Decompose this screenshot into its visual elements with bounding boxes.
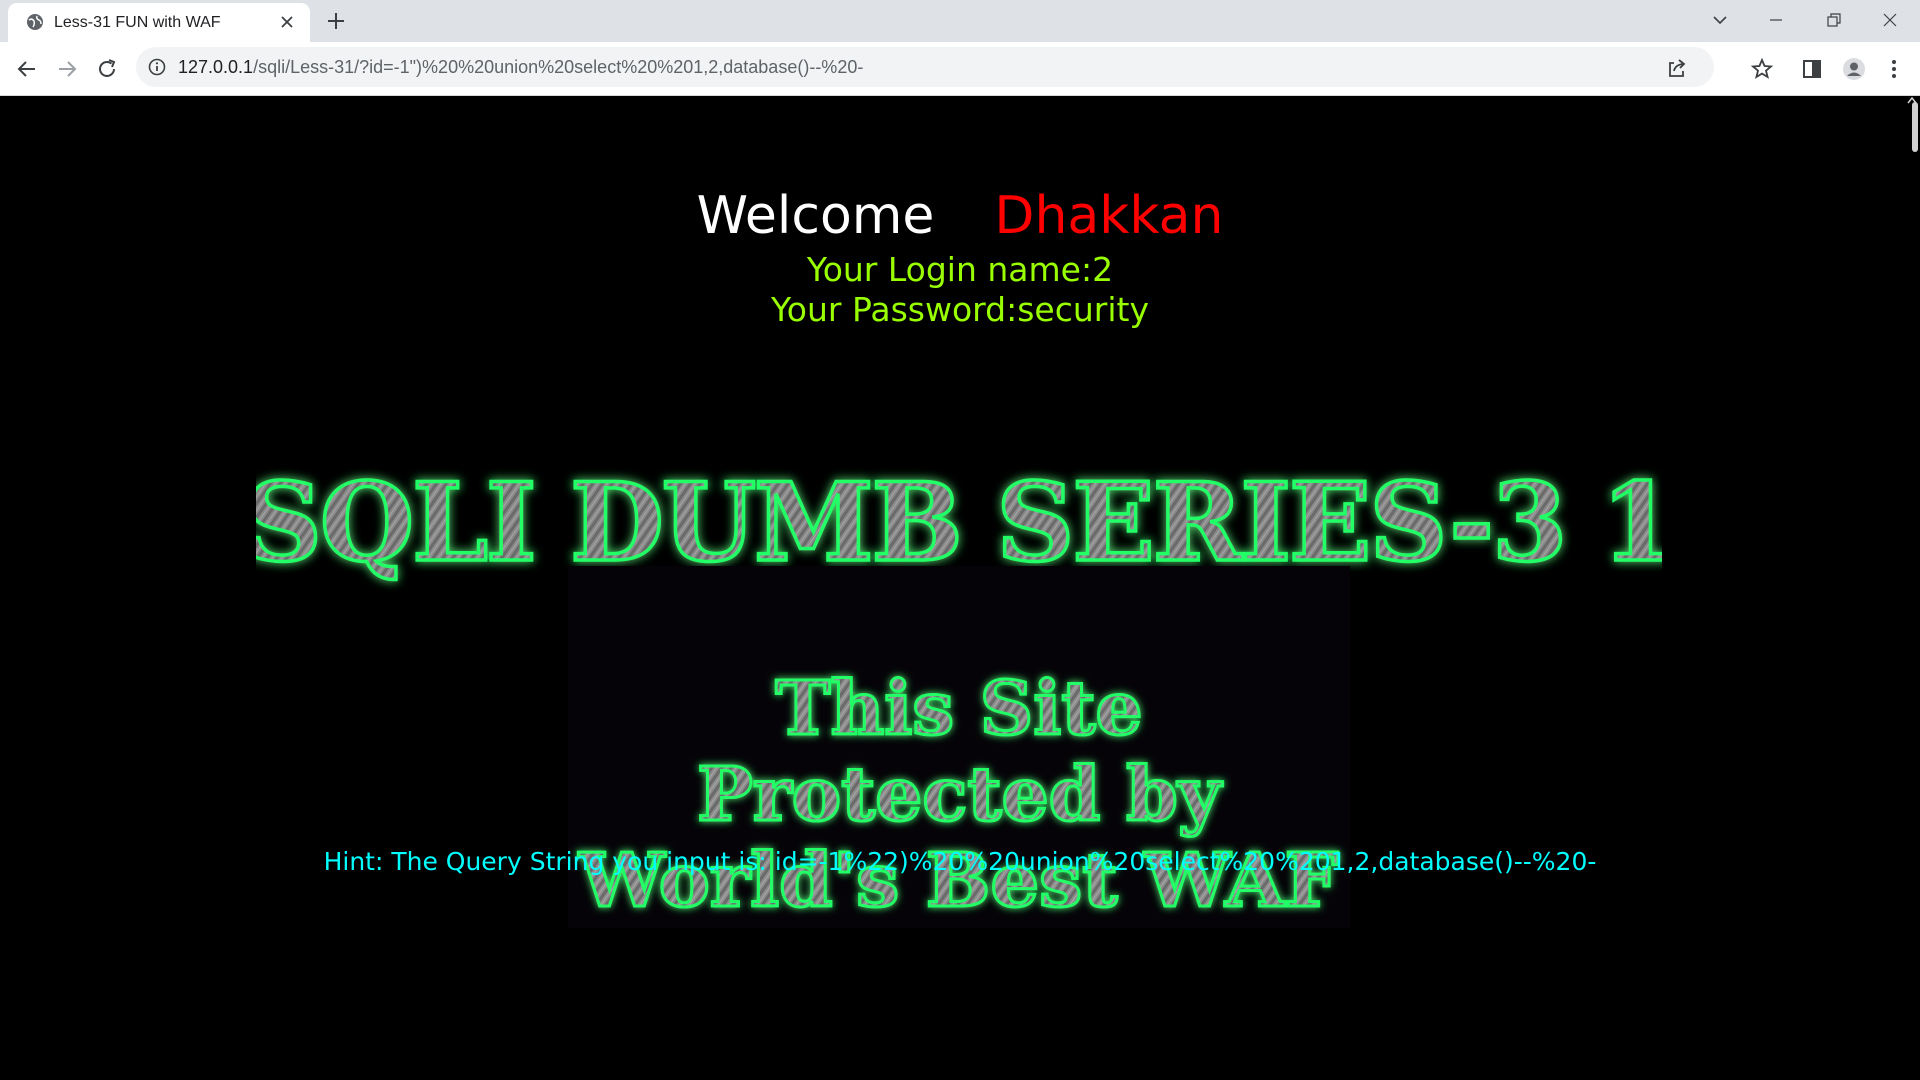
- info-icon[interactable]: [148, 58, 166, 76]
- close-tab-icon[interactable]: [280, 15, 294, 29]
- login-name-text: Your Login name:2: [806, 250, 1114, 289]
- hint-query: id=-1%22)%20%20union%20select%20%201,2,d…: [774, 847, 1597, 876]
- minimize-icon: [1770, 19, 1782, 21]
- chevron-down-icon: [1713, 16, 1727, 25]
- tab-search-button[interactable]: [1692, 0, 1748, 40]
- url-host: 127.0.0.1: [178, 57, 254, 77]
- url-path: /sqli/Less-31/?id=-1")%20%20union%20sele…: [253, 57, 864, 77]
- minimize-button[interactable]: [1748, 0, 1804, 40]
- back-arrow-icon[interactable]: [15, 57, 39, 81]
- welcome-heading: Welcome Dhakkan: [0, 186, 1920, 246]
- page-viewport: Welcome Dhakkan Your Login name:2 Your Pa…: [0, 96, 1920, 1080]
- browser-toolbar: 127.0.0.1/sqli/Less-31/?id=-1")%20%20uni…: [0, 42, 1920, 96]
- url-text[interactable]: 127.0.0.1/sqli/Less-31/?id=-1")%20%20uni…: [178, 57, 863, 78]
- welcome-name: Dhakkan: [994, 186, 1224, 246]
- side-panel-icon[interactable]: [1800, 57, 1824, 81]
- tab-title: Less-31 FUN with WAF: [54, 14, 221, 31]
- browser-tab[interactable]: Less-31 FUN with WAF: [8, 3, 310, 42]
- reload-icon[interactable]: [95, 57, 119, 81]
- address-bar[interactable]: 127.0.0.1/sqli/Less-31/?id=-1")%20%20uni…: [136, 47, 1714, 87]
- close-window-button[interactable]: [1862, 0, 1918, 40]
- scrollbar-thumb[interactable]: [1912, 102, 1918, 152]
- tab-strip: Less-31 FUN with WAF: [0, 0, 1920, 42]
- close-icon: [1883, 13, 1897, 27]
- restore-button[interactable]: [1806, 0, 1862, 40]
- share-icon[interactable]: [1666, 57, 1688, 79]
- waf-line-1: This Site: [775, 666, 1142, 752]
- bookmark-star-icon[interactable]: [1750, 57, 1774, 81]
- more-menu-icon[interactable]: [1882, 57, 1906, 81]
- restore-icon: [1827, 13, 1841, 27]
- forward-arrow-icon[interactable]: [55, 57, 79, 81]
- page-scrollbar[interactable]: [1904, 96, 1920, 1080]
- hint-label: Hint: The Query String you input is:: [323, 847, 767, 876]
- password-text: Your Password:security: [771, 290, 1149, 329]
- waf-line-2: Protected by: [697, 752, 1223, 838]
- hint-text: Hint: The Query String you input is: id=…: [0, 846, 1920, 878]
- globe-icon: [27, 14, 43, 30]
- new-tab-icon[interactable]: [326, 11, 346, 31]
- welcome-word: Welcome: [696, 186, 935, 246]
- profile-avatar-icon[interactable]: [1842, 57, 1866, 81]
